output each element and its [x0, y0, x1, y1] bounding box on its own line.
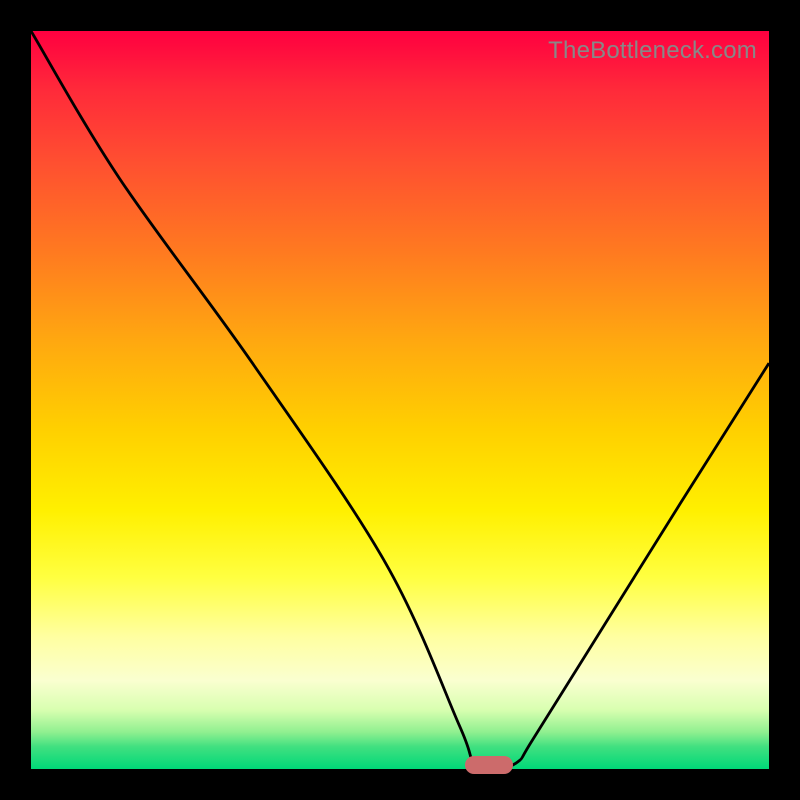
curve-path: [31, 31, 769, 769]
watermark-text: TheBottleneck.com: [548, 37, 757, 65]
optimal-point-marker: [465, 756, 513, 774]
chart-frame: TheBottleneck.com: [0, 0, 800, 800]
bottleneck-curve: [31, 31, 769, 769]
plot-area: TheBottleneck.com: [31, 31, 769, 769]
